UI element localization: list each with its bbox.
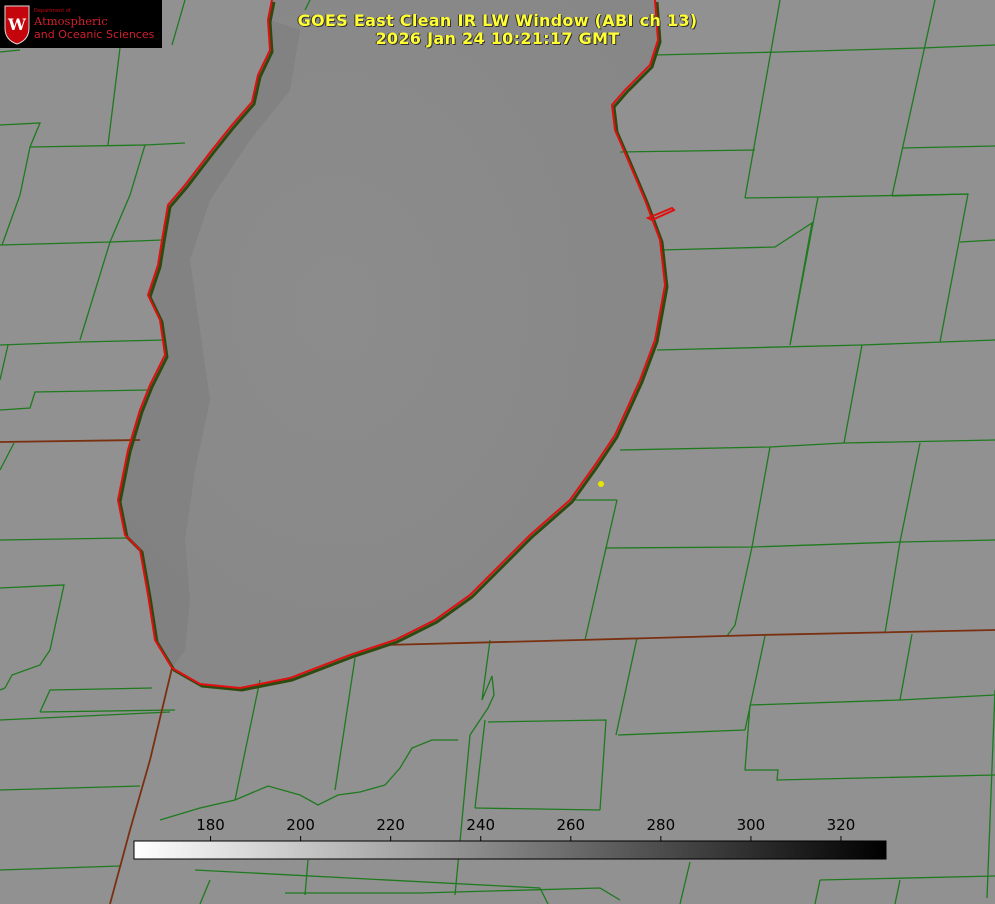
uw-crest-icon: W xyxy=(4,5,30,45)
satellite-image-view: 180 200 220 240 260 280 300 320 GOES East Clean… xyxy=(0,0,995,904)
colorbar-tick-label: 240 xyxy=(466,816,495,834)
colorbar-tick-label: 180 xyxy=(196,816,225,834)
logo-line2: and Oceanic Sciences xyxy=(34,28,155,41)
colorbar-tick-label: 200 xyxy=(286,816,315,834)
svg-text:W: W xyxy=(7,15,27,34)
aos-logo[interactable]: W Department of Atmospheric and Oceanic … xyxy=(0,0,162,48)
map-canvas: 180 200 220 240 260 280 300 320 xyxy=(0,0,995,904)
colorbar-tick-label: 280 xyxy=(647,816,676,834)
location-marker xyxy=(598,481,604,487)
colorbar-tick-label: 220 xyxy=(376,816,405,834)
colorbar-tick-label: 320 xyxy=(827,816,856,834)
colorbar-tick-label: 300 xyxy=(737,816,766,834)
colorbar-tick-label: 260 xyxy=(556,816,585,834)
logo-line1: Atmospheric xyxy=(34,14,108,28)
